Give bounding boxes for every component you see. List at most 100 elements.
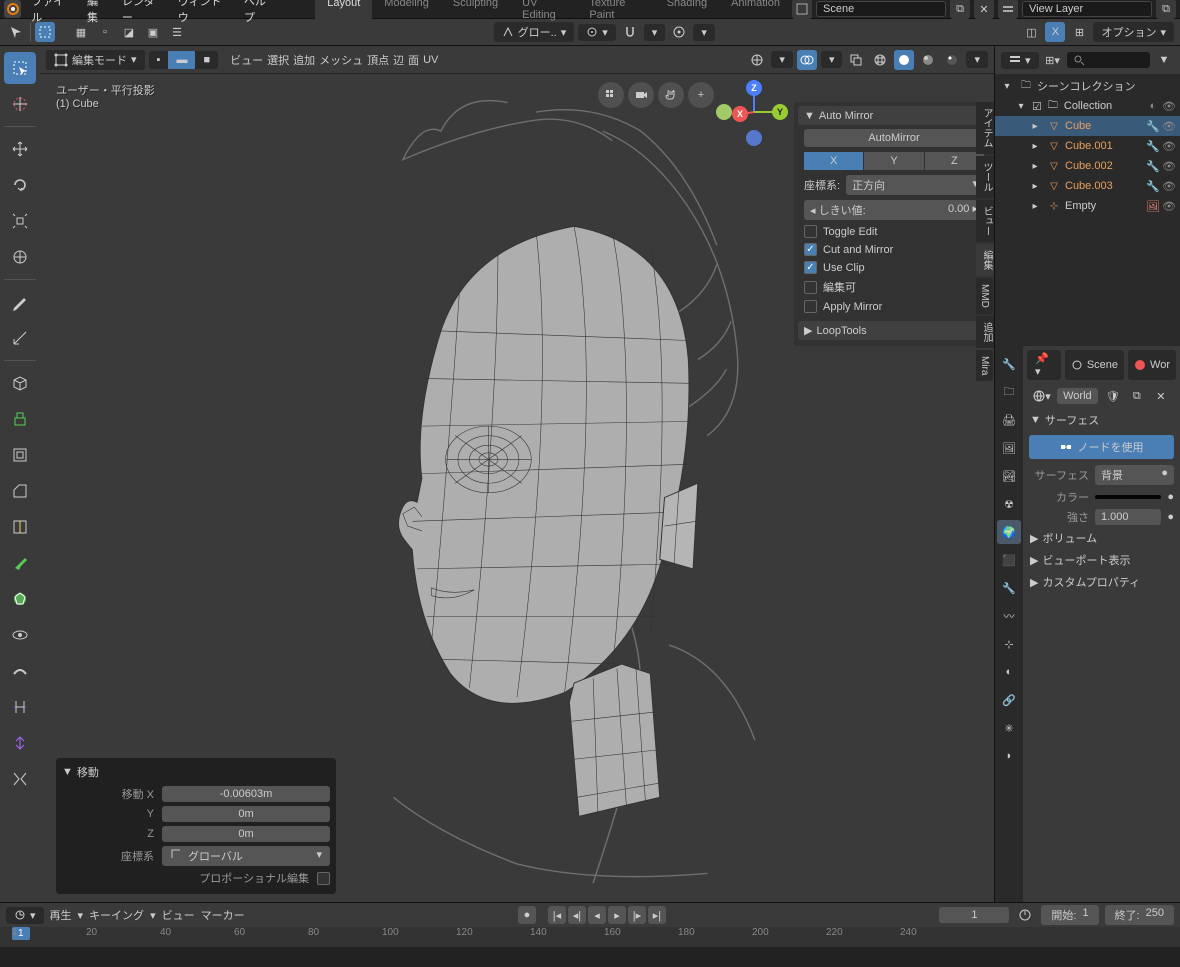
outliner-filter2-icon[interactable]: ▼ (1154, 50, 1174, 70)
tool-cursor-icon[interactable] (6, 22, 26, 42)
npanel-tab-3[interactable]: 編集 (976, 244, 994, 276)
preview-range-icon[interactable] (1015, 905, 1035, 925)
tool-rip-icon[interactable] (4, 763, 36, 795)
world-fake-user-icon[interactable]: 🛡 (1104, 386, 1122, 406)
menu-help[interactable]: ヘルプ (244, 0, 275, 25)
drag-action-5-icon[interactable]: ☰ (167, 22, 187, 42)
props-tab-6[interactable]: 🌍 (997, 520, 1021, 544)
use-clip-checkbox[interactable] (804, 261, 817, 274)
viewlayer-copy-icon[interactable]: ⧉ (1156, 0, 1176, 19)
workspace-tab-shading[interactable]: Shading (655, 0, 719, 24)
outliner-collection[interactable]: ▾☑🗀Collection◐👁 (995, 96, 1180, 116)
props-tab-2[interactable]: 🖨 (997, 408, 1021, 432)
3d-viewport[interactable]: 編集モード▾ ▪ ▬ ■ ビュー 選択 追加 メッシュ 頂点 辺 面 UV ▾ … (40, 46, 994, 902)
tool-spin-icon[interactable] (4, 619, 36, 651)
tool-measure-icon[interactable] (4, 322, 36, 354)
props-tab-10[interactable]: ⊹ (997, 632, 1021, 656)
viewport-menu-mesh[interactable]: メッシュ (319, 52, 363, 68)
volume-section-header[interactable]: ▶ボリューム (1027, 527, 1176, 549)
tool-cursor-icon[interactable] (4, 88, 36, 120)
scene-delete-icon[interactable]: ✕ (974, 0, 994, 19)
outliner-item-empty[interactable]: ▸⊹Empty🖼👁 (995, 196, 1180, 216)
timeline-mode-dropdown[interactable]: ▾ (6, 907, 44, 924)
npanel-tab-2[interactable]: ビュー (976, 200, 994, 242)
outliner-scene-collection[interactable]: ▾🗀シーンコレクション (995, 76, 1180, 96)
shading-matprev-icon[interactable] (918, 50, 938, 70)
props-tab-0[interactable]: 🔧 (997, 352, 1021, 376)
viewport-menu-view[interactable]: ビュー (230, 52, 263, 68)
custom-section-header[interactable]: ▶カスタムプロパティ (1027, 571, 1176, 593)
shading-rendered-icon[interactable] (942, 50, 962, 70)
surface-shader-dropdown[interactable]: 背景● (1095, 465, 1174, 485)
props-breadcrumb-world[interactable]: Wor (1128, 350, 1176, 380)
x-mirror-button[interactable]: X (1045, 22, 1065, 42)
npanel-tab-6[interactable]: Mira (976, 350, 993, 381)
transform-orientation-dropdown[interactable]: グロー..▾ (494, 22, 575, 42)
props-tab-11[interactable]: ◐ (997, 660, 1021, 684)
props-tab-5[interactable]: ☢ (997, 492, 1021, 516)
npanel-tab-5[interactable]: 追加 (976, 316, 994, 348)
drag-action-3-icon[interactable]: ◪ (119, 22, 139, 42)
outliner-item-cube-002[interactable]: ▸▽Cube.002🔧👁 (995, 156, 1180, 176)
props-tab-8[interactable]: 🔧 (997, 576, 1021, 600)
outliner-mode-dropdown[interactable]: ▾ (1001, 52, 1039, 69)
select-face-icon[interactable]: ■ (195, 51, 218, 69)
tool-add-cube-icon[interactable] (4, 367, 36, 399)
timeline-track[interactable] (0, 947, 1180, 967)
viewlayer-name-field[interactable]: View Layer (1022, 1, 1152, 17)
move-y-field[interactable]: 0m (162, 806, 330, 822)
mode-dropdown[interactable]: 編集モード▾ (46, 50, 145, 70)
world-delete-icon[interactable]: ✕ (1152, 386, 1170, 406)
timeline-ruler[interactable]: 1 120406080100120140160180200220240 (0, 927, 1180, 947)
viewport-menu-uv[interactable]: UV (423, 54, 438, 66)
use-nodes-button[interactable]: ノードを使用 (1029, 435, 1174, 459)
npanel-tab-1[interactable]: ツール (976, 156, 994, 198)
nav-pan-icon[interactable] (658, 82, 684, 108)
outliner-item-cube[interactable]: ▸▽Cube🔧👁 (995, 116, 1180, 136)
pivot-dropdown[interactable]: ▾ (578, 24, 616, 41)
shading-solid-icon[interactable] (894, 50, 914, 70)
tool-extrude-region-icon[interactable] (4, 403, 36, 435)
drag-action-1-icon[interactable]: ▦ (71, 22, 91, 42)
tool-bevel-icon[interactable] (4, 475, 36, 507)
workspace-tab-layout[interactable]: Layout (315, 0, 372, 24)
gizmo-dropdown[interactable]: ▾ (771, 51, 793, 68)
strength-field[interactable]: 1.000 (1095, 509, 1161, 525)
blender-logo-icon[interactable] (4, 0, 21, 18)
end-frame-field[interactable]: 終了:250 (1105, 905, 1174, 925)
props-tab-13[interactable]: ✳ (997, 716, 1021, 740)
tool-polybuild-icon[interactable] (4, 583, 36, 615)
viewlayer-browse-icon[interactable] (998, 0, 1018, 19)
props-breadcrumb-scene[interactable]: Scene (1065, 350, 1124, 380)
topology-mirror-icon[interactable]: ⊞ (1069, 22, 1089, 42)
jump-end-icon[interactable]: ▸| (648, 906, 666, 924)
npanel-tab-4[interactable]: MMD (976, 278, 993, 314)
tool-inset-icon[interactable] (4, 439, 36, 471)
props-tab-7[interactable]: ⬛ (997, 548, 1021, 572)
shading-wire-icon[interactable] (870, 50, 890, 70)
workspace-tab-uv-editing[interactable]: UV Editing (510, 0, 577, 24)
options-dropdown[interactable]: オプション▾ (1093, 22, 1174, 42)
viewport-canvas[interactable]: ユーザー・平行投影 (1) Cube + Z Y X (40, 74, 994, 902)
viewport-menu-edge[interactable]: 辺 (393, 52, 404, 68)
world-browse-icon[interactable]: ▾ (1033, 386, 1051, 406)
show-gizmo-icon[interactable] (747, 50, 767, 70)
props-tab-9[interactable]: 〰 (997, 604, 1021, 628)
move-x-field[interactable]: -0.00603m (162, 786, 330, 802)
nav-zoom-icon[interactable] (598, 82, 624, 108)
outliner-item-cube-001[interactable]: ▸▽Cube.001🔧👁 (995, 136, 1180, 156)
tool-loopcut-icon[interactable] (4, 511, 36, 543)
autokey-icon[interactable]: ● (518, 906, 536, 924)
snap-toggle-icon[interactable] (620, 22, 640, 42)
tl-play-menu[interactable]: 再生 (50, 907, 72, 923)
scene-name-field[interactable]: Scene (816, 1, 946, 17)
scene-browse-icon[interactable] (792, 0, 812, 19)
drag-action-2-icon[interactable]: ▫ (95, 22, 115, 42)
props-tab-14[interactable]: ◗ (997, 744, 1021, 768)
menu-window[interactable]: ウィンドウ (178, 0, 230, 25)
outliner-item-cube-003[interactable]: ▸▽Cube.003🔧👁 (995, 176, 1180, 196)
tl-marker-menu[interactable]: マーカー (201, 907, 245, 923)
tool-edgeslide-icon[interactable] (4, 691, 36, 723)
workspace-tab-animation[interactable]: Animation (719, 0, 792, 24)
viewport-menu-select[interactable]: 選択 (267, 52, 289, 68)
